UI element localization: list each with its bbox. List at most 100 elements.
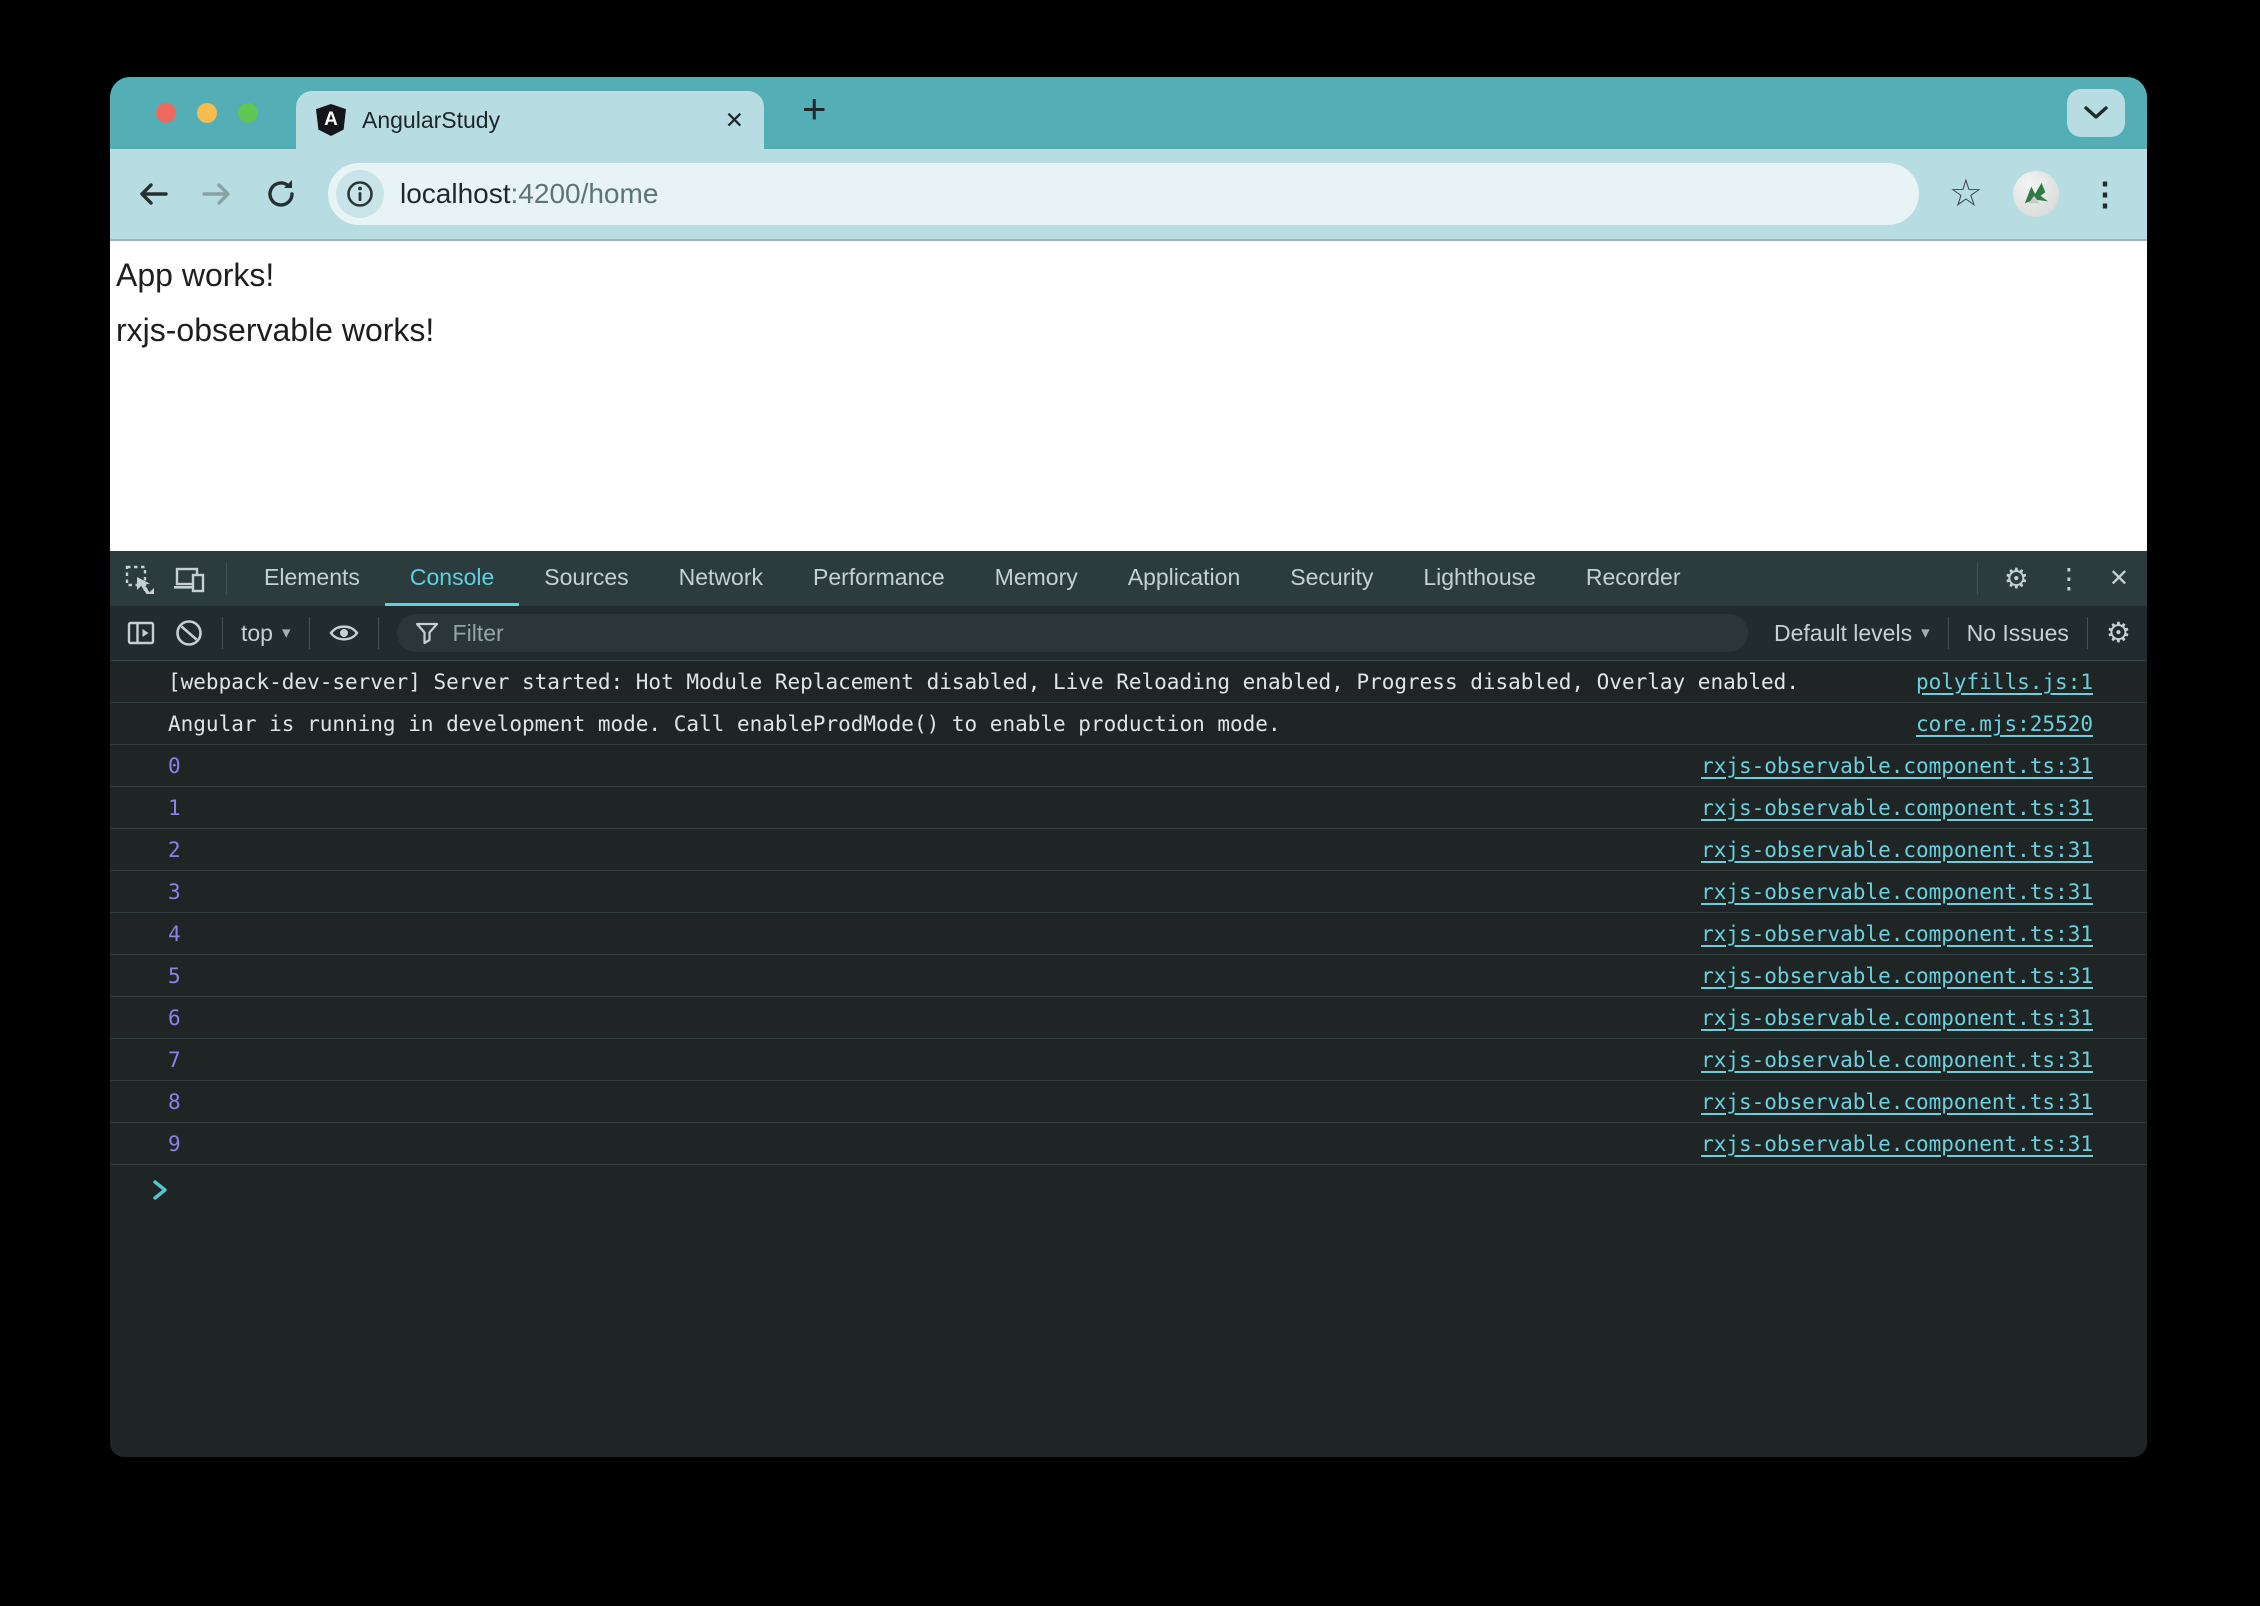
console-message-row: 4 rxjs-observable.component.ts:31 xyxy=(110,913,2147,955)
console-message-text: 9 xyxy=(168,1131,181,1156)
divider xyxy=(2086,617,2088,649)
window-titlebar: A AngularStudy ✕ + xyxy=(110,77,2147,149)
traffic-lights xyxy=(156,103,258,123)
console-message-row: 7 rxjs-observable.component.ts:31 xyxy=(110,1039,2147,1081)
devtools-tab-elements[interactable]: Elements xyxy=(239,551,385,606)
console-message-row: 3 rxjs-observable.component.ts:31 xyxy=(110,871,2147,913)
url-host: localhost xyxy=(400,178,511,209)
console-message-text: 3 xyxy=(168,879,181,904)
console-message-row: 2 rxjs-observable.component.ts:31 xyxy=(110,829,2147,871)
tab-close-icon[interactable]: ✕ xyxy=(725,107,744,134)
console-message-text: 4 xyxy=(168,921,181,946)
new-tab-button[interactable]: + xyxy=(802,85,827,133)
browser-toolbar: localhost:4200/home ☆ ⋮ xyxy=(110,149,2147,241)
console-source-link[interactable]: core.mjs:25520 xyxy=(1916,712,2093,736)
console-filter-input[interactable] xyxy=(450,618,1730,648)
toggle-device-toolbar-button[interactable] xyxy=(174,564,206,594)
devtools-tab-application[interactable]: Application xyxy=(1103,551,1266,606)
console-source-link[interactable]: rxjs-observable.component.ts:31 xyxy=(1701,922,2093,946)
forward-icon xyxy=(202,183,230,205)
chevron-down-icon xyxy=(2084,106,2108,119)
inspect-element-button[interactable] xyxy=(124,564,154,594)
console-source-link[interactable]: rxjs-observable.component.ts:31 xyxy=(1701,838,2093,862)
console-levels-dropdown[interactable]: Default levels ▾ xyxy=(1774,620,1930,647)
devtools-tab-performance[interactable]: Performance xyxy=(788,551,970,606)
console-source-link[interactable]: rxjs-observable.component.ts:31 xyxy=(1701,1090,2093,1114)
console-source-link[interactable]: rxjs-observable.component.ts:31 xyxy=(1701,1048,2093,1072)
devtools-tab-console[interactable]: Console xyxy=(384,551,520,606)
console-prompt-chevron-icon xyxy=(153,1180,167,1200)
address-bar[interactable]: localhost:4200/home xyxy=(328,163,1919,225)
console-message-row: [webpack-dev-server] Server started: Hot… xyxy=(110,661,2147,703)
inspect-cursor-icon xyxy=(125,565,154,594)
angular-logo-icon: A xyxy=(316,104,346,136)
devtools-tabbar-right: ⚙ ⋮ ✕ xyxy=(1976,551,2129,606)
console-filter-box[interactable] xyxy=(396,614,1748,652)
browser-menu-button[interactable]: ⋮ xyxy=(2089,178,2121,210)
devtools-tab-memory[interactable]: Memory xyxy=(970,551,1103,606)
console-source-link[interactable]: rxjs-observable.component.ts:31 xyxy=(1701,796,2093,820)
devtools-tab-lighthouse[interactable]: Lighthouse xyxy=(1398,551,1561,606)
console-message-row: 6 rxjs-observable.component.ts:31 xyxy=(110,997,2147,1039)
zoom-window-button[interactable] xyxy=(238,103,258,123)
console-output: [webpack-dev-server] Server started: Hot… xyxy=(110,661,2147,1457)
console-source-link[interactable]: rxjs-observable.component.ts:31 xyxy=(1701,754,2093,778)
url-path: :4200/home xyxy=(510,178,659,209)
devtools-tabbar-icons xyxy=(124,551,227,606)
console-source-link[interactable]: rxjs-observable.component.ts:31 xyxy=(1701,1006,2093,1030)
console-message-row: Angular is running in development mode. … xyxy=(110,703,2147,745)
site-info-button[interactable] xyxy=(336,170,384,218)
rxjs-observable-works-text: rxjs-observable works! xyxy=(116,312,435,348)
console-prompt[interactable] xyxy=(110,1165,2147,1202)
console-sidebar-toggle-button[interactable] xyxy=(126,619,156,647)
console-message-text: 8 xyxy=(168,1089,181,1114)
create-live-expression-button[interactable] xyxy=(328,620,360,646)
console-context-selector[interactable]: top ▾ xyxy=(241,620,291,647)
minimize-window-button[interactable] xyxy=(197,103,217,123)
url-text: localhost:4200/home xyxy=(400,178,658,210)
devtools-tab-security[interactable]: Security xyxy=(1265,551,1398,606)
bookmark-star-button[interactable]: ☆ xyxy=(1949,175,1983,213)
reload-button[interactable] xyxy=(264,177,298,211)
eye-icon xyxy=(329,625,359,641)
console-message-text: 0 xyxy=(168,753,181,778)
browser-window: A AngularStudy ✕ + localhost:4200/home ☆ xyxy=(110,77,2147,1457)
console-message-text: Angular is running in development mode. … xyxy=(168,711,1281,736)
devtools-tabs: Elements Console Sources Network Performance… xyxy=(239,551,1706,606)
divider xyxy=(377,617,379,649)
clear-console-button[interactable] xyxy=(174,618,204,648)
console-message-row: 8 rxjs-observable.component.ts:31 xyxy=(110,1081,2147,1123)
devtools-settings-gear-icon[interactable]: ⚙ xyxy=(2004,564,2029,593)
console-message-row: 1 rxjs-observable.component.ts:31 xyxy=(110,787,2147,829)
tab-search-button[interactable] xyxy=(2067,89,2125,137)
browser-tab[interactable]: A AngularStudy ✕ xyxy=(296,91,764,149)
devtools-tab-sources[interactable]: Sources xyxy=(519,551,653,606)
console-source-link[interactable]: rxjs-observable.component.ts:31 xyxy=(1701,1132,2093,1156)
devtools-tab-network[interactable]: Network xyxy=(654,551,788,606)
devtools-menu-icon[interactable]: ⋮ xyxy=(2055,564,2083,593)
console-toolbar: top▾ Default levels▾ No Issues ⚙ xyxy=(110,606,2147,661)
console-message-row: 5 rxjs-observable.component.ts:31 xyxy=(110,955,2147,997)
devtools-close-icon[interactable]: ✕ xyxy=(2109,566,2129,591)
console-source-link[interactable]: polyfills.js:1 xyxy=(1916,670,2093,694)
divider xyxy=(226,562,227,595)
devtools-tab-recorder[interactable]: Recorder xyxy=(1561,551,1706,606)
close-window-button[interactable] xyxy=(156,103,176,123)
caret-down-icon: ▾ xyxy=(281,623,291,642)
divider xyxy=(1947,617,1949,649)
page-viewport: App works! rxjs-observable works! xyxy=(110,241,2147,551)
console-settings-gear-icon[interactable]: ⚙ xyxy=(2106,619,2131,647)
back-icon xyxy=(140,183,168,205)
forward-button[interactable] xyxy=(200,177,234,211)
console-message-text: 1 xyxy=(168,795,181,820)
console-message-row: 0 rxjs-observable.component.ts:31 xyxy=(110,745,2147,787)
profile-avatar[interactable] xyxy=(2013,171,2059,217)
filter-funnel-icon xyxy=(415,622,438,645)
console-source-link[interactable]: rxjs-observable.component.ts:31 xyxy=(1701,880,2093,904)
reload-icon xyxy=(268,180,294,207)
console-message-text: 6 xyxy=(168,1005,181,1030)
console-sidebar-icon xyxy=(127,621,155,645)
back-button[interactable] xyxy=(136,177,170,211)
console-source-link[interactable]: rxjs-observable.component.ts:31 xyxy=(1701,964,2093,988)
issues-counter[interactable]: No Issues xyxy=(1967,620,2069,647)
